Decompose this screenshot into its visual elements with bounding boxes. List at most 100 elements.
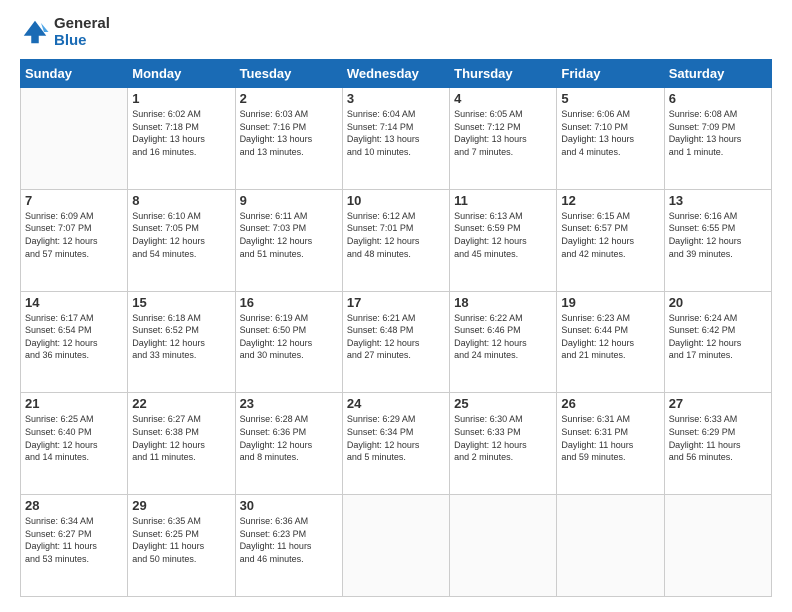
day-info: Sunrise: 6:02 AM Sunset: 7:18 PM Dayligh… — [132, 108, 230, 158]
day-number: 7 — [25, 193, 123, 208]
day-header-friday: Friday — [557, 60, 664, 88]
calendar-cell: 14 Sunrise: 6:17 AM Sunset: 6:54 PM Dayli… — [21, 291, 128, 393]
calendar-header-row: SundayMondayTuesdayWednesdayThursdayFrid… — [21, 60, 772, 88]
day-number: 17 — [347, 295, 445, 310]
day-info: Sunrise: 6:28 AM Sunset: 6:36 PM Dayligh… — [240, 413, 338, 463]
page: General Blue SundayMondayTuesdayWednesda… — [0, 0, 792, 612]
day-number: 19 — [561, 295, 659, 310]
day-number: 16 — [240, 295, 338, 310]
day-info: Sunrise: 6:36 AM Sunset: 6:23 PM Dayligh… — [240, 515, 338, 565]
calendar-cell: 13 Sunrise: 6:16 AM Sunset: 6:55 PM Dayli… — [664, 189, 771, 291]
day-info: Sunrise: 6:23 AM Sunset: 6:44 PM Dayligh… — [561, 312, 659, 362]
day-header-tuesday: Tuesday — [235, 60, 342, 88]
day-info: Sunrise: 6:30 AM Sunset: 6:33 PM Dayligh… — [454, 413, 552, 463]
day-header-saturday: Saturday — [664, 60, 771, 88]
day-info: Sunrise: 6:09 AM Sunset: 7:07 PM Dayligh… — [25, 210, 123, 260]
day-number: 24 — [347, 396, 445, 411]
day-info: Sunrise: 6:05 AM Sunset: 7:12 PM Dayligh… — [454, 108, 552, 158]
day-number: 28 — [25, 498, 123, 513]
day-number: 14 — [25, 295, 123, 310]
calendar-week-row: 21 Sunrise: 6:25 AM Sunset: 6:40 PM Dayli… — [21, 393, 772, 495]
day-number: 15 — [132, 295, 230, 310]
logo: General Blue — [20, 15, 110, 49]
day-info: Sunrise: 6:25 AM Sunset: 6:40 PM Dayligh… — [25, 413, 123, 463]
day-info: Sunrise: 6:33 AM Sunset: 6:29 PM Dayligh… — [669, 413, 767, 463]
day-header-sunday: Sunday — [21, 60, 128, 88]
calendar-cell — [342, 495, 449, 597]
day-info: Sunrise: 6:24 AM Sunset: 6:42 PM Dayligh… — [669, 312, 767, 362]
calendar-cell: 22Sunrise: 6:27 AM Sunset: 6:38 PM Dayli… — [128, 393, 235, 495]
day-info: Sunrise: 6:03 AM Sunset: 7:16 PM Dayligh… — [240, 108, 338, 158]
day-info: Sunrise: 6:27 AM Sunset: 6:38 PM Dayligh… — [132, 413, 230, 463]
calendar-cell: 19 Sunrise: 6:23 AM Sunset: 6:44 PM Dayli… — [557, 291, 664, 393]
day-number: 9 — [240, 193, 338, 208]
calendar-cell — [664, 495, 771, 597]
day-info: Sunrise: 6:06 AM Sunset: 7:10 PM Dayligh… — [561, 108, 659, 158]
calendar-cell: 11Sunrise: 6:13 AM Sunset: 6:59 PM Dayli… — [450, 189, 557, 291]
day-number: 1 — [132, 91, 230, 106]
calendar-cell: 29Sunrise: 6:35 AM Sunset: 6:25 PM Dayli… — [128, 495, 235, 597]
day-number: 6 — [669, 91, 767, 106]
day-number: 30 — [240, 498, 338, 513]
calendar-cell: 9Sunrise: 6:11 AM Sunset: 7:03 PM Daylig… — [235, 189, 342, 291]
calendar-week-row: 14 Sunrise: 6:17 AM Sunset: 6:54 PM Dayli… — [21, 291, 772, 393]
calendar-week-row: 7 Sunrise: 6:09 AM Sunset: 7:07 PM Daylig… — [21, 189, 772, 291]
calendar-cell: 7 Sunrise: 6:09 AM Sunset: 7:07 PM Daylig… — [21, 189, 128, 291]
day-info: Sunrise: 6:35 AM Sunset: 6:25 PM Dayligh… — [132, 515, 230, 565]
calendar-cell: 18Sunrise: 6:22 AM Sunset: 6:46 PM Dayli… — [450, 291, 557, 393]
day-number: 12 — [561, 193, 659, 208]
day-number: 11 — [454, 193, 552, 208]
header: General Blue — [20, 15, 772, 49]
calendar-cell: 25 Sunrise: 6:30 AM Sunset: 6:33 PM Dayli… — [450, 393, 557, 495]
calendar-cell: 20 Sunrise: 6:24 AM Sunset: 6:42 PM Dayli… — [664, 291, 771, 393]
calendar-week-row: 28 Sunrise: 6:34 AM Sunset: 6:27 PM Dayli… — [21, 495, 772, 597]
day-number: 3 — [347, 91, 445, 106]
day-number: 13 — [669, 193, 767, 208]
day-number: 5 — [561, 91, 659, 106]
calendar-cell: 15 Sunrise: 6:18 AM Sunset: 6:52 PM Dayli… — [128, 291, 235, 393]
calendar-cell — [21, 88, 128, 190]
day-header-wednesday: Wednesday — [342, 60, 449, 88]
calendar-cell: 26Sunrise: 6:31 AM Sunset: 6:31 PM Dayli… — [557, 393, 664, 495]
calendar-cell: 23 Sunrise: 6:28 AM Sunset: 6:36 PM Dayli… — [235, 393, 342, 495]
calendar-cell — [450, 495, 557, 597]
calendar-cell: 8 Sunrise: 6:10 AM Sunset: 7:05 PM Daylig… — [128, 189, 235, 291]
calendar-cell: 30 Sunrise: 6:36 AM Sunset: 6:23 PM Dayli… — [235, 495, 342, 597]
logo-icon — [20, 17, 50, 47]
calendar-cell: 24 Sunrise: 6:29 AM Sunset: 6:34 PM Dayli… — [342, 393, 449, 495]
day-number: 20 — [669, 295, 767, 310]
day-number: 27 — [669, 396, 767, 411]
day-info: Sunrise: 6:15 AM Sunset: 6:57 PM Dayligh… — [561, 210, 659, 260]
day-info: Sunrise: 6:12 AM Sunset: 7:01 PM Dayligh… — [347, 210, 445, 260]
day-number: 21 — [25, 396, 123, 411]
day-number: 2 — [240, 91, 338, 106]
day-info: Sunrise: 6:18 AM Sunset: 6:52 PM Dayligh… — [132, 312, 230, 362]
day-number: 4 — [454, 91, 552, 106]
calendar-cell: 21 Sunrise: 6:25 AM Sunset: 6:40 PM Dayli… — [21, 393, 128, 495]
logo-text: General Blue — [54, 15, 110, 49]
day-info: Sunrise: 6:04 AM Sunset: 7:14 PM Dayligh… — [347, 108, 445, 158]
calendar-cell: 6 Sunrise: 6:08 AM Sunset: 7:09 PM Daylig… — [664, 88, 771, 190]
calendar-cell: 2 Sunrise: 6:03 AM Sunset: 7:16 PM Daylig… — [235, 88, 342, 190]
calendar-cell: 10Sunrise: 6:12 AM Sunset: 7:01 PM Dayli… — [342, 189, 449, 291]
day-info: Sunrise: 6:10 AM Sunset: 7:05 PM Dayligh… — [132, 210, 230, 260]
calendar-cell: 28 Sunrise: 6:34 AM Sunset: 6:27 PM Dayli… — [21, 495, 128, 597]
day-info: Sunrise: 6:17 AM Sunset: 6:54 PM Dayligh… — [25, 312, 123, 362]
calendar-cell: 27 Sunrise: 6:33 AM Sunset: 6:29 PM Dayli… — [664, 393, 771, 495]
day-info: Sunrise: 6:21 AM Sunset: 6:48 PM Dayligh… — [347, 312, 445, 362]
calendar-table: SundayMondayTuesdayWednesdayThursdayFrid… — [20, 59, 772, 597]
day-info: Sunrise: 6:34 AM Sunset: 6:27 PM Dayligh… — [25, 515, 123, 565]
day-number: 25 — [454, 396, 552, 411]
day-number: 8 — [132, 193, 230, 208]
day-info: Sunrise: 6:22 AM Sunset: 6:46 PM Dayligh… — [454, 312, 552, 362]
day-number: 26 — [561, 396, 659, 411]
calendar-cell: 3 Sunrise: 6:04 AM Sunset: 7:14 PM Daylig… — [342, 88, 449, 190]
calendar-cell: 4 Sunrise: 6:05 AM Sunset: 7:12 PM Daylig… — [450, 88, 557, 190]
day-info: Sunrise: 6:19 AM Sunset: 6:50 PM Dayligh… — [240, 312, 338, 362]
calendar-week-row: 1 Sunrise: 6:02 AM Sunset: 7:18 PM Daylig… — [21, 88, 772, 190]
day-number: 23 — [240, 396, 338, 411]
day-info: Sunrise: 6:16 AM Sunset: 6:55 PM Dayligh… — [669, 210, 767, 260]
calendar-cell: 5 Sunrise: 6:06 AM Sunset: 7:10 PM Daylig… — [557, 88, 664, 190]
day-info: Sunrise: 6:08 AM Sunset: 7:09 PM Dayligh… — [669, 108, 767, 158]
day-info: Sunrise: 6:29 AM Sunset: 6:34 PM Dayligh… — [347, 413, 445, 463]
